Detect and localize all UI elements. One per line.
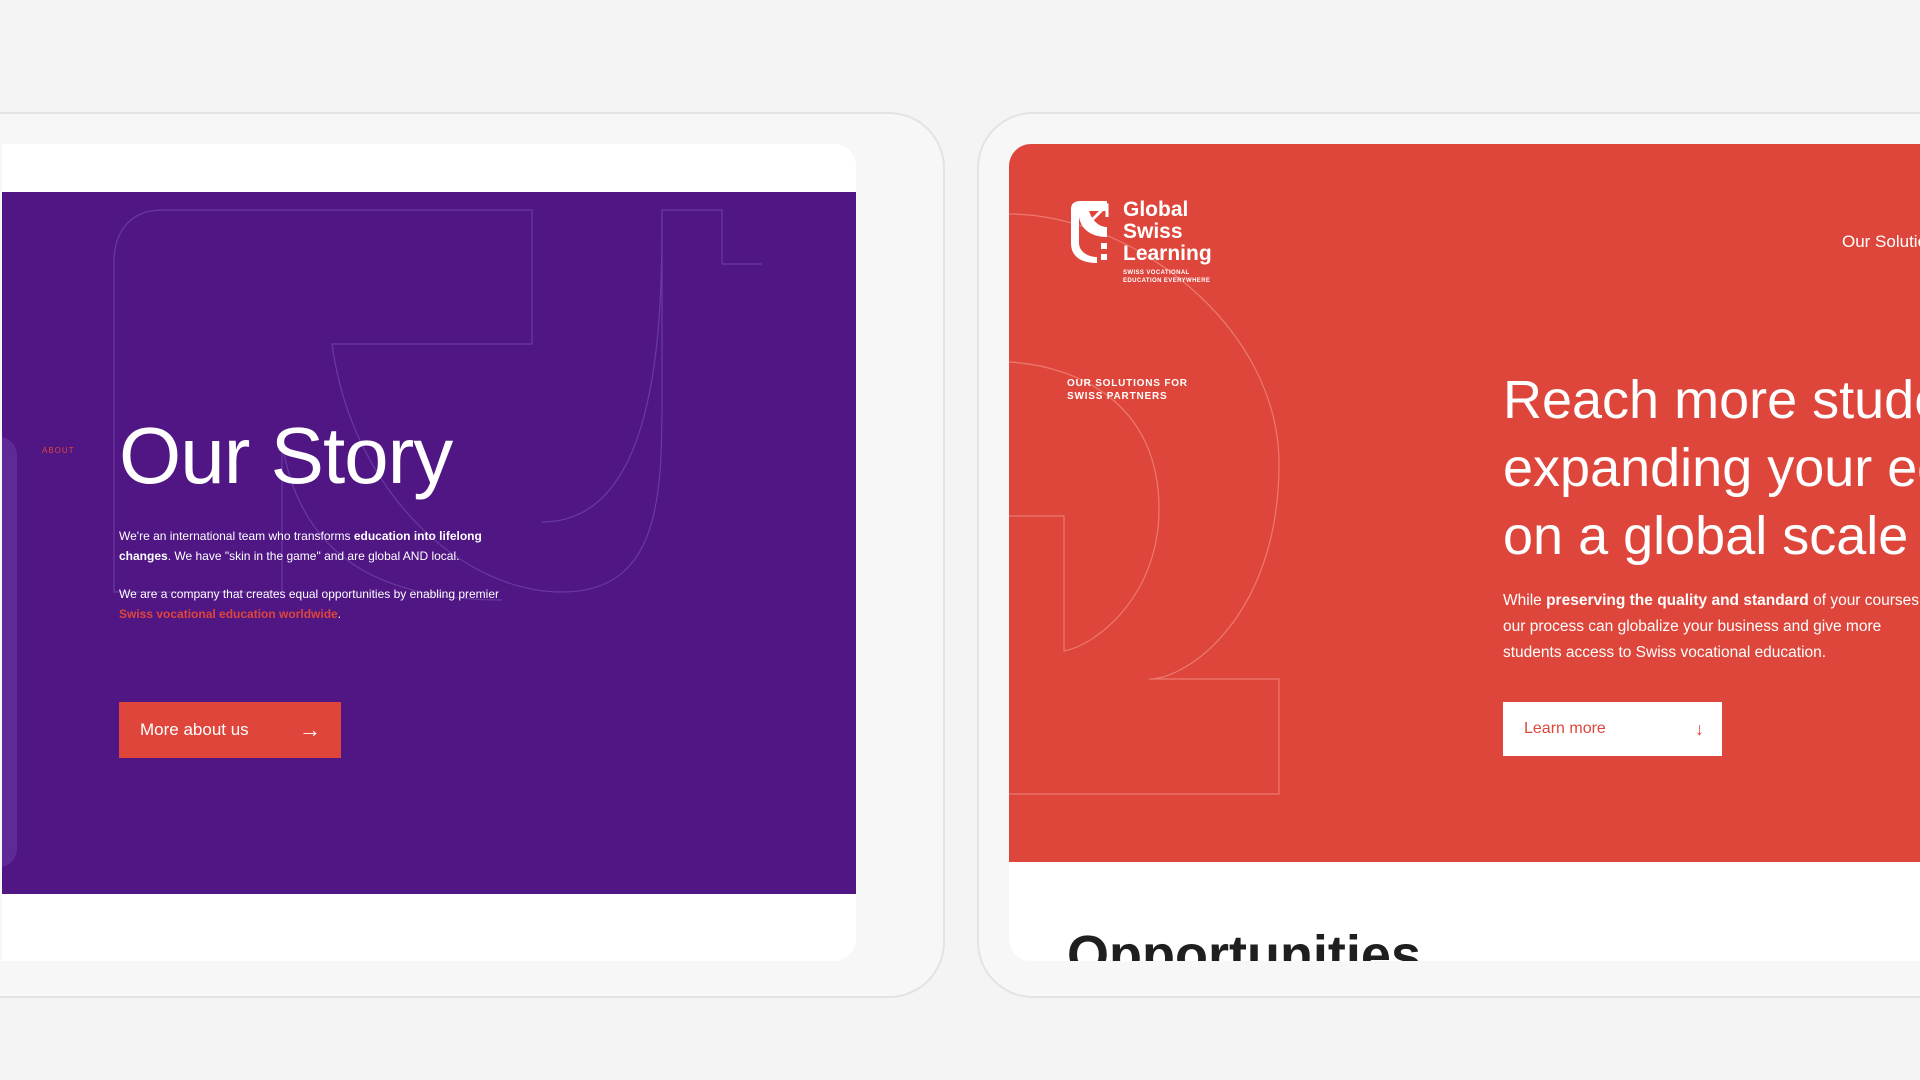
nav-our-solutions[interactable]: Our Solutions bbox=[1842, 232, 1920, 252]
arrow-down-icon: ↓ bbox=[1695, 718, 1704, 739]
learn-more-button[interactable]: Learn more ↓ bbox=[1503, 702, 1722, 756]
edge-shape bbox=[2, 437, 17, 867]
button-label: Learn more bbox=[1524, 720, 1606, 737]
device-frame-left: ABOUT Our Story We're an international t… bbox=[0, 112, 945, 998]
opportunities-heading: Opportunities bbox=[1067, 925, 1421, 961]
story-description: We're an international team who transfor… bbox=[119, 527, 499, 624]
story-paragraph-1: We're an international team who transfor… bbox=[119, 529, 482, 563]
section-label: OUR SOLUTIONS FOR SWISS PARTNERS bbox=[1067, 378, 1188, 402]
logo-wordmark: Global Swiss Learning SWISS VOCATIONAL E… bbox=[1123, 198, 1212, 285]
page-title: Our Story bbox=[119, 411, 453, 500]
device-frame-right: Global Swiss Learning SWISS VOCATIONAL E… bbox=[977, 112, 1920, 998]
screen-our-story: ABOUT Our Story We're an international t… bbox=[2, 144, 856, 961]
hero-section: Global Swiss Learning SWISS VOCATIONAL E… bbox=[1009, 144, 1920, 862]
section-label: ABOUT bbox=[42, 446, 75, 455]
about-section: ABOUT Our Story We're an international t… bbox=[2, 192, 856, 894]
hero-description: While preserving the quality and standar… bbox=[1503, 592, 1920, 661]
global-swiss-learning-logo[interactable]: Global Swiss Learning SWISS VOCATIONAL E… bbox=[1067, 199, 1212, 285]
screen-solutions: Global Swiss Learning SWISS VOCATIONAL E… bbox=[1009, 144, 1920, 961]
button-label: More about us bbox=[140, 720, 249, 739]
story-paragraph-2: We are a company that creates equal oppo… bbox=[119, 587, 499, 621]
arrow-right-icon: → bbox=[299, 717, 321, 742]
logo-mark-icon bbox=[1071, 201, 1109, 263]
more-about-us-button[interactable]: More about us → bbox=[119, 702, 341, 758]
hero-title: Reach more students expanding your educa… bbox=[1503, 370, 1920, 566]
